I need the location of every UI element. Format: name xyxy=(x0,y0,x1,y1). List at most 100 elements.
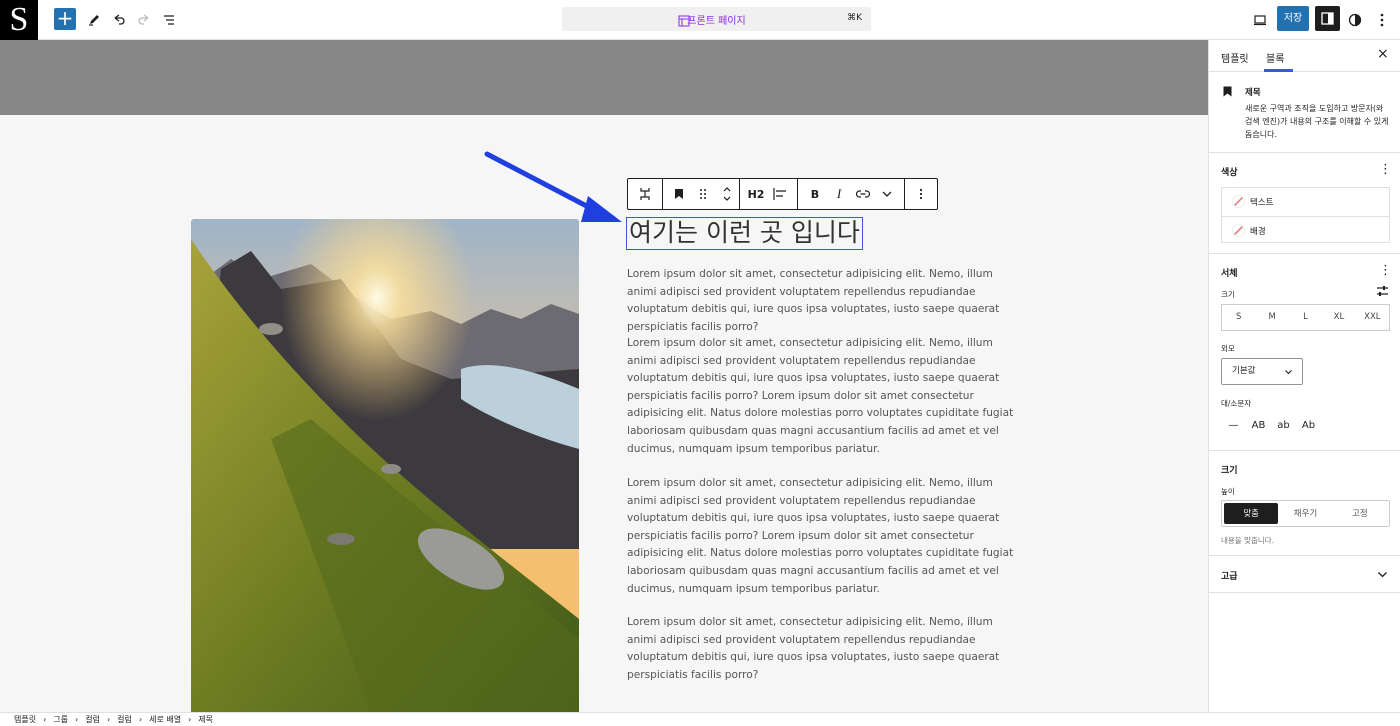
paragraph-block[interactable]: Lorem ipsum dolor sit amet, consectetur … xyxy=(627,475,1022,598)
selected-heading-block[interactable]: 여기는 이런 곳 입니다 xyxy=(626,217,863,250)
move-up-down-icon[interactable] xyxy=(715,179,739,209)
height-help-text: 내용을 맞춥니다. xyxy=(1221,536,1275,545)
color-background-label: 배경 xyxy=(1250,227,1266,237)
size-option-s[interactable]: S xyxy=(1222,305,1255,330)
dimensions-heading: 크기 xyxy=(1221,466,1238,476)
block-card: 제목 새로운 구역과 조직을 도입하고 방문자(와 검색 엔진)가 내용의 구조… xyxy=(1209,72,1400,153)
color-text-label: 텍스트 xyxy=(1250,198,1274,208)
breadcrumb-item-current: 제목 xyxy=(198,715,214,724)
block-transform-icon[interactable] xyxy=(633,179,657,209)
toolbar-group-options xyxy=(905,179,937,209)
advanced-panel[interactable]: 고급 xyxy=(1209,556,1400,593)
height-option-fill[interactable]: 채우기 xyxy=(1278,503,1332,524)
mountain-landscape-image[interactable] xyxy=(191,219,579,712)
document-bar[interactable]: 프론트 페이지 ⌘K xyxy=(562,7,871,31)
color-text-item[interactable]: 텍스트 xyxy=(1222,188,1389,216)
height-segmented-control: 맞춤 채우기 고정 xyxy=(1221,500,1390,527)
command-shortcut: ⌘K xyxy=(847,13,862,23)
case-capitalize-button[interactable]: Ab xyxy=(1296,420,1321,431)
toolbar-group-format: B I xyxy=(798,179,905,209)
breadcrumb-item[interactable]: 템플릿 xyxy=(14,714,36,725)
letter-case-label: 대/소문자 xyxy=(1221,399,1252,408)
close-icon[interactable]: × xyxy=(1377,46,1389,62)
chevron-down-icon[interactable] xyxy=(875,179,899,209)
chevron-down-icon xyxy=(1285,370,1292,375)
breadcrumb-separator: › xyxy=(75,715,79,724)
breadcrumb-item[interactable]: 그룹 xyxy=(53,714,68,725)
bookmark-icon[interactable] xyxy=(667,179,691,209)
tab-block[interactable]: 블록 xyxy=(1266,50,1284,65)
align-left-icon[interactable] xyxy=(768,179,792,209)
toolbar-group-block xyxy=(663,179,740,209)
top-toolbar: S + 프론트 페이지 ⌘K 저장 xyxy=(0,0,1400,40)
color-heading: 색상 xyxy=(1221,168,1238,178)
heading-level-button[interactable]: H2 xyxy=(744,179,768,209)
more-options-icon[interactable] xyxy=(1372,10,1392,30)
paragraph-block[interactable]: Lorem ipsum dolor sit amet, consectetur … xyxy=(627,614,1022,684)
link-icon[interactable] xyxy=(851,179,875,209)
size-option-m[interactable]: M xyxy=(1255,305,1288,330)
toolbar-group-transform xyxy=(628,179,663,209)
breadcrumb-item[interactable]: 컬럼 xyxy=(85,714,100,725)
size-option-xxl[interactable]: XXL xyxy=(1356,305,1389,330)
breadcrumb-separator: › xyxy=(106,715,111,724)
tab-template[interactable]: 템플릿 xyxy=(1221,50,1249,65)
custom-size-icon[interactable] xyxy=(1376,285,1389,297)
empty-swatch-icon xyxy=(1232,224,1245,237)
case-lowercase-button[interactable]: ab xyxy=(1271,420,1296,431)
add-block-button[interactable]: + xyxy=(54,8,76,30)
block-options-icon[interactable] xyxy=(909,179,933,209)
italic-button[interactable]: I xyxy=(827,179,851,209)
sidebar-icon xyxy=(1321,12,1334,25)
paragraph-block[interactable]: Lorem ipsum dolor sit amet, consectetur … xyxy=(627,266,1022,336)
breadcrumb-separator: › xyxy=(43,715,47,724)
sidebar-tabs: 템플릿 블록 × xyxy=(1209,40,1400,72)
breadcrumb-item[interactable]: 세로 배열 xyxy=(149,714,181,725)
case-uppercase-button[interactable]: AB xyxy=(1246,420,1271,431)
arrow-annotation-icon xyxy=(484,151,622,222)
desktop-preview-icon[interactable] xyxy=(1250,10,1270,30)
typography-options-icon[interactable]: ⋮ xyxy=(1379,264,1392,277)
appearance-select[interactable]: 기본값 xyxy=(1221,358,1303,385)
pencil-icon[interactable] xyxy=(84,10,104,30)
color-panel: 색상 ⋮ 텍스트 배경 xyxy=(1209,153,1400,254)
font-size-picker: S M L XL XXL xyxy=(1221,304,1390,331)
size-option-l[interactable]: L xyxy=(1289,305,1322,330)
list-view-icon[interactable] xyxy=(159,10,179,30)
block-breadcrumb: 템플릿 › 그룹 › 컬럼 › 컬럼 › 세로 배열 › 제목 xyxy=(0,712,1400,726)
empty-swatch-icon xyxy=(1232,195,1245,208)
color-options-icon[interactable]: ⋮ xyxy=(1379,163,1392,176)
font-size-label: 크기 xyxy=(1221,290,1235,299)
block-toolbar: H2 B I xyxy=(627,178,938,210)
toolbar-group-heading: H2 xyxy=(740,179,798,209)
document-title: 프론트 페이지 xyxy=(687,16,746,27)
advanced-heading: 고급 xyxy=(1221,572,1238,582)
site-logo[interactable]: S xyxy=(0,0,38,40)
editor-canvas[interactable]: H2 B I 여기는 이런 곳 입니다 Lorem ipsum dolor si… xyxy=(0,40,1208,712)
size-option-xl[interactable]: XL xyxy=(1322,305,1355,330)
breadcrumb-separator: › xyxy=(188,715,192,724)
undo-icon[interactable] xyxy=(109,10,129,30)
color-background-item[interactable]: 배경 xyxy=(1222,216,1389,244)
block-description: 새로운 구역과 조직을 도입하고 방문자(와 검색 엔진)가 내용의 구조를 이… xyxy=(1245,104,1389,139)
save-button[interactable]: 저장 xyxy=(1277,6,1309,31)
paragraph-block[interactable]: Lorem ipsum dolor sit amet, consectetur … xyxy=(627,335,1022,458)
bold-button[interactable]: B xyxy=(803,179,827,209)
typography-heading: 서체 xyxy=(1221,269,1238,279)
styles-contrast-icon[interactable] xyxy=(1345,10,1365,30)
case-none-button[interactable]: — xyxy=(1221,420,1246,431)
settings-toggle-button[interactable] xyxy=(1315,6,1340,31)
drag-handle-icon[interactable] xyxy=(691,179,715,209)
appearance-label: 외모 xyxy=(1221,344,1235,353)
letter-case-options: — AB ab Ab xyxy=(1221,420,1321,431)
appearance-value: 기본값 xyxy=(1232,366,1256,376)
breadcrumb-item[interactable]: 컬럼 xyxy=(117,714,132,725)
height-option-fit[interactable]: 맞춤 xyxy=(1224,503,1279,524)
redo-icon[interactable] xyxy=(134,10,154,30)
bookmark-icon xyxy=(1223,86,1232,97)
header-band xyxy=(0,40,1208,115)
block-title: 제목 xyxy=(1245,88,1261,98)
chevron-down-icon xyxy=(1378,572,1387,578)
settings-sidebar: 템플릿 블록 × 제목 새로운 구역과 조직을 도입하고 방문자(와 검색 엔진… xyxy=(1208,40,1400,712)
height-option-fixed[interactable]: 고정 xyxy=(1333,503,1387,524)
